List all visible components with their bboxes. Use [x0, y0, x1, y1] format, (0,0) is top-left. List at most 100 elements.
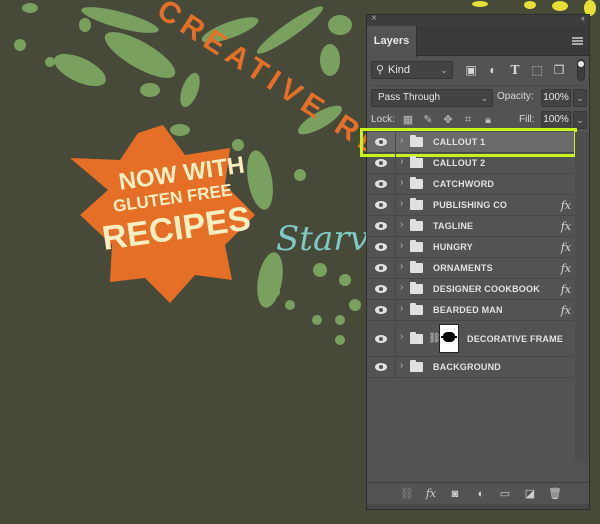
eye-icon [375, 363, 387, 371]
layer-row[interactable]: ›TAGLINEfx⌄ [367, 216, 586, 237]
callout-text: NOW WITH GLUTEN FREE RECIPES [100, 152, 253, 258]
expand-caret-icon[interactable]: › [400, 282, 403, 293]
visibility-toggle[interactable] [367, 279, 396, 299]
fx-icon[interactable]: fx [561, 258, 571, 279]
scrollbar[interactable] [575, 132, 589, 463]
lock-artboard-icon[interactable]: ⌗ [461, 113, 475, 127]
layer-row[interactable]: ›ORNAMENTSfx⌄ [367, 258, 586, 279]
folder-icon [410, 135, 423, 147]
blend-row: Pass Through ⌄ Opacity: 100% ⌄ [371, 85, 587, 107]
lock-row: Lock: ▦ ✎ ✥ ⌗ 🔒︎ Fill: 100% ⌄ [371, 109, 587, 131]
add-mask-icon[interactable]: ◙ [447, 485, 463, 503]
expand-caret-icon[interactable]: › [400, 261, 403, 272]
expand-caret-icon[interactable]: › [400, 219, 403, 230]
visibility-toggle[interactable] [367, 195, 396, 215]
filter-kind-select[interactable]: ⚲ Kind ⌄ [371, 61, 453, 79]
expand-caret-icon[interactable]: › [400, 156, 403, 167]
opacity-label: Opacity: [497, 91, 534, 102]
fx-icon[interactable]: fx [561, 237, 571, 258]
eye-icon [375, 222, 387, 230]
fx-icon[interactable]: fx [561, 300, 571, 321]
visibility-toggle[interactable] [367, 258, 396, 278]
expand-caret-icon[interactable]: › [400, 198, 403, 209]
filter-kind-label: Kind [388, 64, 411, 76]
visibility-toggle[interactable] [367, 153, 396, 173]
layer-name: CATCHWORD [433, 179, 495, 189]
folder-icon [410, 360, 423, 372]
layer-row[interactable]: › CATCHWORD [367, 174, 574, 195]
expand-caret-icon[interactable]: › [400, 360, 403, 371]
opacity-input[interactable]: 100% [541, 89, 571, 107]
adjustment-layer-icon[interactable]: ◐ [473, 485, 489, 503]
lock-transparent-icon[interactable]: ▦ [401, 113, 415, 127]
panel-footer: ⛓ fx ◙ ◐ ▭ ◪ 🗑︎ [367, 482, 589, 504]
layer-name: BEARDED MAN [433, 305, 503, 315]
expand-caret-icon[interactable]: › [400, 240, 403, 251]
lock-all-icon[interactable]: 🔒︎ [481, 113, 495, 127]
type-filter-icon[interactable]: T [507, 62, 523, 78]
eye-icon [375, 335, 387, 343]
visibility-toggle[interactable] [367, 300, 396, 320]
layer-name: DECORATIVE FRAME [467, 334, 564, 344]
image-filter-icon[interactable]: ▣ [463, 62, 479, 78]
expand-caret-icon[interactable]: › [400, 177, 403, 188]
close-icon[interactable]: × [371, 13, 377, 24]
visibility-toggle[interactable] [367, 216, 396, 236]
layer-name: CALLOUT 1 [433, 137, 486, 147]
layers-list: › CALLOUT 1 › CALLOUT 2 › CATCHWORD › PUBLISHIN… [360, 128, 586, 378]
fill-dropdown[interactable]: ⌄ [573, 111, 587, 129]
opacity-dropdown[interactable]: ⌄ [573, 89, 587, 107]
fill-label: Fill: [519, 114, 535, 125]
mask-thumbnail[interactable] [439, 324, 459, 353]
eye-icon [375, 138, 387, 146]
expand-caret-icon[interactable]: › [400, 331, 403, 342]
chevron-down-icon: ⌄ [480, 93, 488, 103]
layer-row[interactable]: › ⛓ DECORATIVE FRAME [367, 321, 574, 357]
visibility-toggle[interactable] [367, 237, 396, 257]
smart-object-filter-icon[interactable]: ❐ [551, 62, 567, 78]
eye-icon [375, 306, 387, 314]
lock-image-icon[interactable]: ✎ [421, 113, 435, 127]
fx-icon[interactable]: fx [561, 279, 571, 300]
fx-icon[interactable]: fx [561, 216, 571, 237]
panel-menu-icon[interactable] [572, 37, 583, 45]
layer-row[interactable]: ›DESIGNER COOKBOOKfx⌄ [367, 279, 586, 300]
folder-icon [410, 332, 423, 344]
folder-icon [410, 219, 423, 231]
fx-icon[interactable]: fx [561, 195, 571, 216]
filter-toggle[interactable] [577, 59, 585, 81]
visibility-toggle[interactable] [367, 357, 396, 377]
layer-row[interactable]: › CALLOUT 1 [360, 128, 577, 157]
tab-layers[interactable]: Layers [367, 26, 417, 57]
layer-row[interactable]: › BACKGROUND [367, 357, 574, 378]
folder-icon [410, 198, 423, 210]
panel-title-bar[interactable]: × ‹‹ [367, 13, 589, 26]
visibility-toggle[interactable] [367, 321, 396, 356]
blend-mode-select[interactable]: Pass Through ⌄ [371, 89, 493, 107]
layer-row[interactable]: › CALLOUT 2 [367, 153, 574, 174]
layer-name: ORNAMENTS [433, 263, 493, 273]
eye-icon [375, 180, 387, 188]
expand-caret-icon[interactable]: › [400, 303, 403, 314]
visibility-toggle[interactable] [367, 132, 396, 152]
lock-position-icon[interactable]: ✥ [441, 113, 455, 127]
layer-row[interactable]: ›PUBLISHING COfx⌄ [367, 195, 586, 216]
fill-input[interactable]: 100% [541, 111, 571, 129]
adjustment-filter-icon[interactable]: ◐ [485, 62, 501, 78]
layer-name: BACKGROUND [433, 362, 501, 372]
collapse-icon[interactable]: ‹‹ [581, 13, 585, 23]
visibility-toggle[interactable] [367, 174, 396, 194]
fx-icon[interactable]: fx [423, 485, 439, 503]
layer-row[interactable]: ›BEARDED MANfx⌄ [367, 300, 586, 321]
link-layers-icon[interactable]: ⛓ [399, 485, 415, 503]
shape-filter-icon[interactable]: ⬚ [529, 62, 545, 78]
expand-caret-icon[interactable]: › [400, 135, 403, 146]
delete-icon[interactable]: 🗑︎ [547, 485, 563, 503]
folder-icon [410, 156, 423, 168]
resize-grip[interactable] [367, 504, 589, 509]
new-layer-icon[interactable]: ◪ [522, 485, 538, 503]
layer-row[interactable]: ›HUNGRYfx⌄ [367, 237, 586, 258]
eye-icon [375, 201, 387, 209]
new-group-icon[interactable]: ▭ [497, 485, 513, 503]
folder-icon [410, 282, 423, 294]
